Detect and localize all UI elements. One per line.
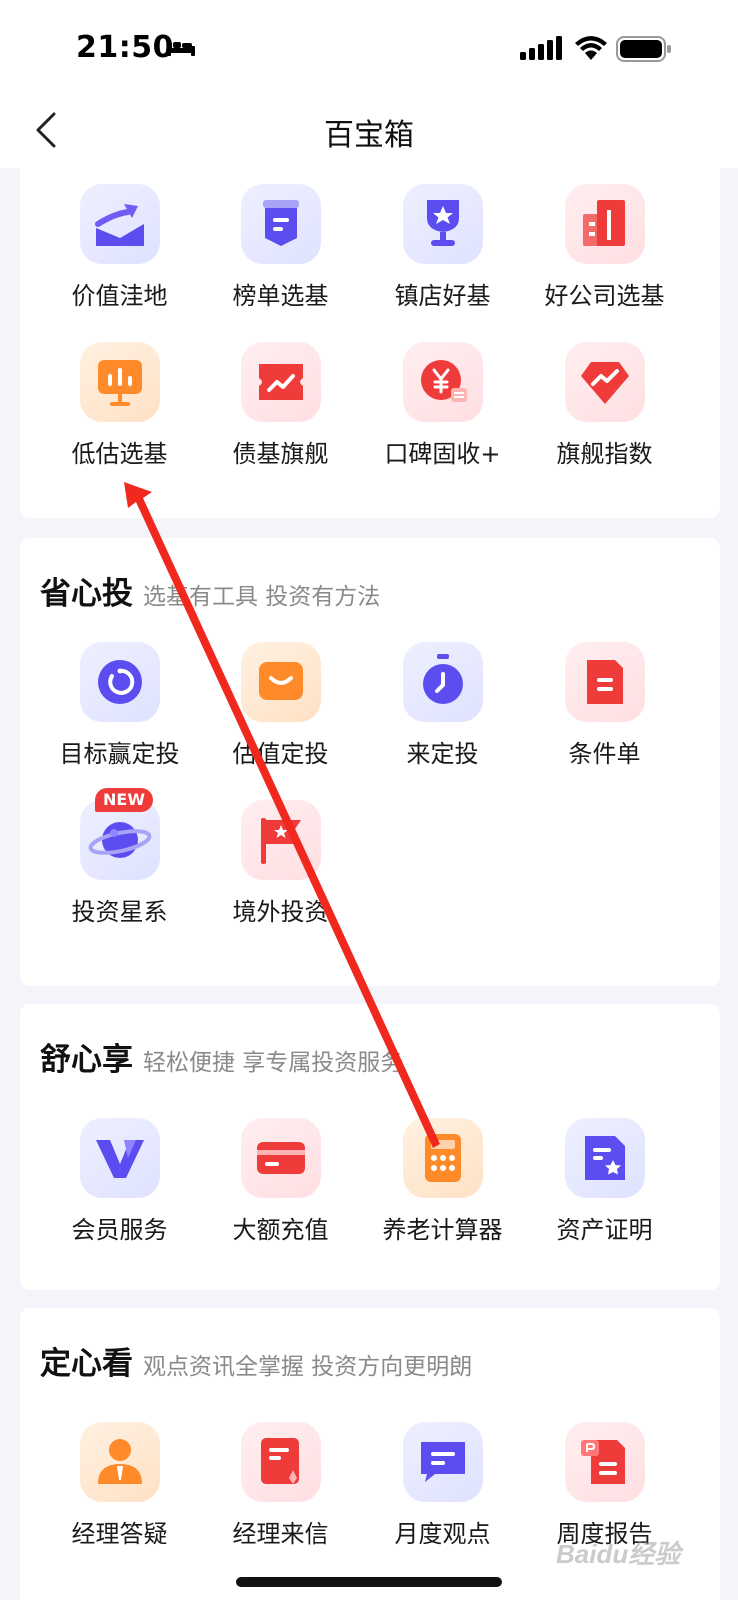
- letter-pen-icon: [261, 1438, 299, 1484]
- tool-label: 债基旗舰: [232, 440, 329, 468]
- status-bar: 21:50: [0, 0, 738, 92]
- target-cycle-icon: [98, 660, 142, 704]
- tool-item-investment-galaxy[interactable]: NEW 投资星系: [37, 788, 202, 940]
- tool-item-valuation-auto-invest[interactable]: 估值定投: [198, 642, 363, 782]
- tool-item-undervalued-picks[interactable]: 低估选基: [37, 342, 202, 482]
- section-title: 定心看: [40, 1346, 133, 1382]
- tool-label: 价值洼地: [71, 282, 168, 310]
- tool-item-pension-calculator[interactable]: 养老计算器: [360, 1118, 525, 1258]
- tool-label: 榜单选基: [232, 282, 329, 310]
- tool-label: 目标赢定投: [59, 740, 180, 768]
- trend-up-icon: [95, 204, 144, 246]
- section-header: 舒心享 轻松便捷 享专属投资服务: [40, 1034, 403, 1079]
- tool-label: 低估选基: [71, 440, 168, 468]
- tool-item-manager-letter[interactable]: 经理来信: [198, 1422, 363, 1562]
- tool-item-target-auto-invest[interactable]: 目标赢定投: [37, 642, 202, 782]
- tool-label: 月度观点: [394, 1520, 491, 1548]
- tool-label: 大额充值: [232, 1216, 329, 1244]
- new-badge: NEW: [95, 788, 153, 812]
- sleep-mode-icon: [167, 40, 195, 56]
- tool-item-scheduled-invest[interactable]: 来定投: [360, 642, 525, 782]
- flag-icon: [261, 818, 301, 864]
- document-icon: [587, 660, 623, 704]
- bank-card-icon: [257, 1142, 305, 1174]
- manager-person-icon: [98, 1439, 142, 1484]
- certificate-star-icon: [585, 1136, 625, 1180]
- page-title: 百宝箱: [324, 118, 414, 153]
- tool-label: 养老计算器: [382, 1216, 503, 1244]
- tool-item-member-service[interactable]: 会员服务: [37, 1118, 202, 1258]
- tool-item-conditional-order[interactable]: 条件单: [522, 642, 687, 782]
- tool-label: 条件单: [568, 740, 641, 768]
- watermark-text: Baidu经验: [556, 1539, 681, 1569]
- featured-tools-card: 价值洼地 榜单选基 镇店好基 好公司选基 低估选基 债基旗舰 口碑固收+ 旗舰指…: [20, 168, 720, 518]
- tool-label: 经理来信: [232, 1520, 329, 1548]
- smile-box-icon: [259, 662, 303, 700]
- tool-item-ranking-picks[interactable]: 榜单选基: [198, 184, 363, 324]
- tool-item-overseas-invest[interactable]: 境外投资: [198, 800, 363, 940]
- chat-bubble-icon: [421, 1442, 465, 1482]
- tool-item-manager-qa[interactable]: 经理答疑: [37, 1422, 202, 1562]
- battery-icon: [616, 36, 671, 62]
- tool-label: 口碑固收+: [384, 440, 501, 468]
- tool-label: 估值定投: [232, 740, 329, 768]
- section-subtitle: 选基有工具 投资有方法: [143, 584, 381, 610]
- tool-label: 境外投资: [232, 898, 329, 926]
- navigation-bar: 百宝箱: [0, 92, 738, 168]
- calculator-icon: [425, 1134, 461, 1182]
- tool-item-value-lowland[interactable]: 价值洼地: [37, 184, 202, 324]
- stopwatch-icon: [423, 654, 463, 704]
- ticket-trend-icon: [259, 364, 303, 400]
- section-subtitle: 轻松便捷 享专属投资服务: [143, 1050, 404, 1076]
- tool-item-bond-flagship[interactable]: 债基旗舰: [198, 342, 363, 482]
- planet-icon: [88, 822, 152, 858]
- section-title: 省心投: [40, 576, 133, 612]
- tool-label: 会员服务: [71, 1216, 168, 1244]
- section-header: 省心投 选基有工具 投资有方法: [40, 568, 380, 613]
- vip-v-icon: [96, 1140, 144, 1178]
- section-card-comfort-service: 舒心享 轻松便捷 享专属投资服务 会员服务 大额充值 养老计算器 资产证明: [20, 1004, 720, 1290]
- section-title: 舒心享: [40, 1042, 133, 1078]
- tool-item-monthly-view[interactable]: 月度观点: [360, 1422, 525, 1562]
- ppt-report-icon: [581, 1440, 625, 1484]
- tool-item-flagship-funds[interactable]: 镇店好基: [360, 184, 525, 324]
- status-time: 21:50: [76, 30, 174, 65]
- home-indicator[interactable]: [236, 1577, 502, 1587]
- tool-label: 投资星系: [71, 898, 168, 926]
- wifi-icon: [575, 36, 607, 60]
- ranking-list-icon: [263, 200, 299, 246]
- building-icon: [583, 200, 625, 246]
- tool-item-reputation-fixed-income[interactable]: 口碑固收+: [360, 342, 525, 482]
- section-subtitle: 观点资讯全掌握 投资方向更明朗: [143, 1354, 473, 1380]
- tool-label: 经理答疑: [71, 1520, 168, 1548]
- diamond-trend-icon: [581, 362, 629, 404]
- tool-label: 旗舰指数: [556, 440, 653, 468]
- cellular-signal-icon: [520, 36, 562, 60]
- tool-item-asset-certificate[interactable]: 资产证明: [522, 1118, 687, 1258]
- section-card-worry-free-invest: 省心投 选基有工具 投资有方法 目标赢定投 估值定投 来定投 条件单 NEW 投…: [20, 538, 720, 986]
- trophy-star-icon: [427, 200, 459, 246]
- tool-item-flagship-index[interactable]: 旗舰指数: [522, 342, 687, 482]
- section-header: 定心看 观点资讯全掌握 投资方向更明朗: [40, 1338, 472, 1383]
- tool-label: 好公司选基: [544, 282, 665, 310]
- tool-item-good-company-picks[interactable]: 好公司选基: [522, 184, 687, 324]
- tool-label: 来定投: [406, 740, 479, 768]
- tool-label: 资产证明: [556, 1216, 653, 1244]
- tool-item-large-deposit[interactable]: 大额充值: [198, 1118, 363, 1258]
- yen-coin-icon: [421, 360, 467, 402]
- tool-label: 镇店好基: [394, 282, 491, 310]
- chart-board-icon: [98, 360, 142, 406]
